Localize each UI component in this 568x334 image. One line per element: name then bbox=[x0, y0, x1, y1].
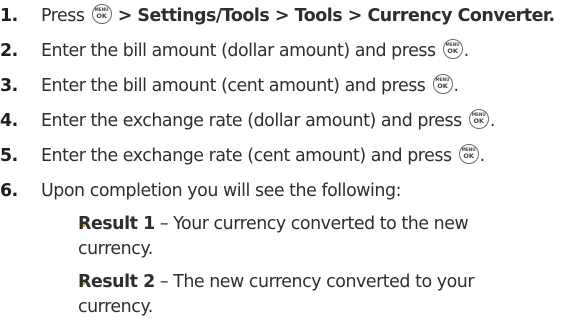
menu-ok-key-icon: MENU OK bbox=[468, 109, 489, 129]
menu-ok-key-icon: MENU OK bbox=[432, 74, 453, 94]
step-number: 4. bbox=[0, 111, 18, 131]
step-text: Enter the exchange rate (dollar amount) … bbox=[41, 111, 462, 131]
result-label: Result 2 bbox=[78, 272, 155, 292]
menu-ok-key-icon: MENU OK bbox=[458, 144, 479, 164]
result-1-line-1: Result 1 – Your currency converted to th… bbox=[78, 214, 469, 234]
step-text: Enter the bill amount (cent amount) and … bbox=[41, 76, 426, 96]
menu-ok-key-icon: MENU OK bbox=[91, 4, 112, 24]
step-number: 5. bbox=[0, 146, 18, 166]
result-2-line-2: currency. bbox=[78, 297, 153, 317]
instruction-list: 1. Press MENU OK > Settings/Tools > Tools… bbox=[0, 0, 568, 334]
step-number: 6. bbox=[0, 181, 18, 201]
step-number: 2. bbox=[0, 41, 18, 61]
menu-path: > Settings/Tools > Tools > Currency Conv… bbox=[117, 6, 555, 26]
result-label: Result 1 bbox=[78, 214, 155, 234]
step-number: 3. bbox=[0, 76, 18, 96]
result-2-line-1: Result 2 – The new currency converted to… bbox=[78, 272, 475, 292]
step-number: 1. bbox=[0, 6, 18, 26]
result-1-line-2: currency. bbox=[78, 239, 153, 259]
menu-ok-key-icon: MENU OK bbox=[442, 39, 463, 59]
step-text: Upon completion you will see the followi… bbox=[41, 181, 401, 201]
step-text: Press bbox=[41, 6, 85, 26]
step-text: Enter the bill amount (dollar amount) an… bbox=[41, 41, 436, 61]
step-text: Enter the exchange rate (cent amount) an… bbox=[41, 146, 452, 166]
